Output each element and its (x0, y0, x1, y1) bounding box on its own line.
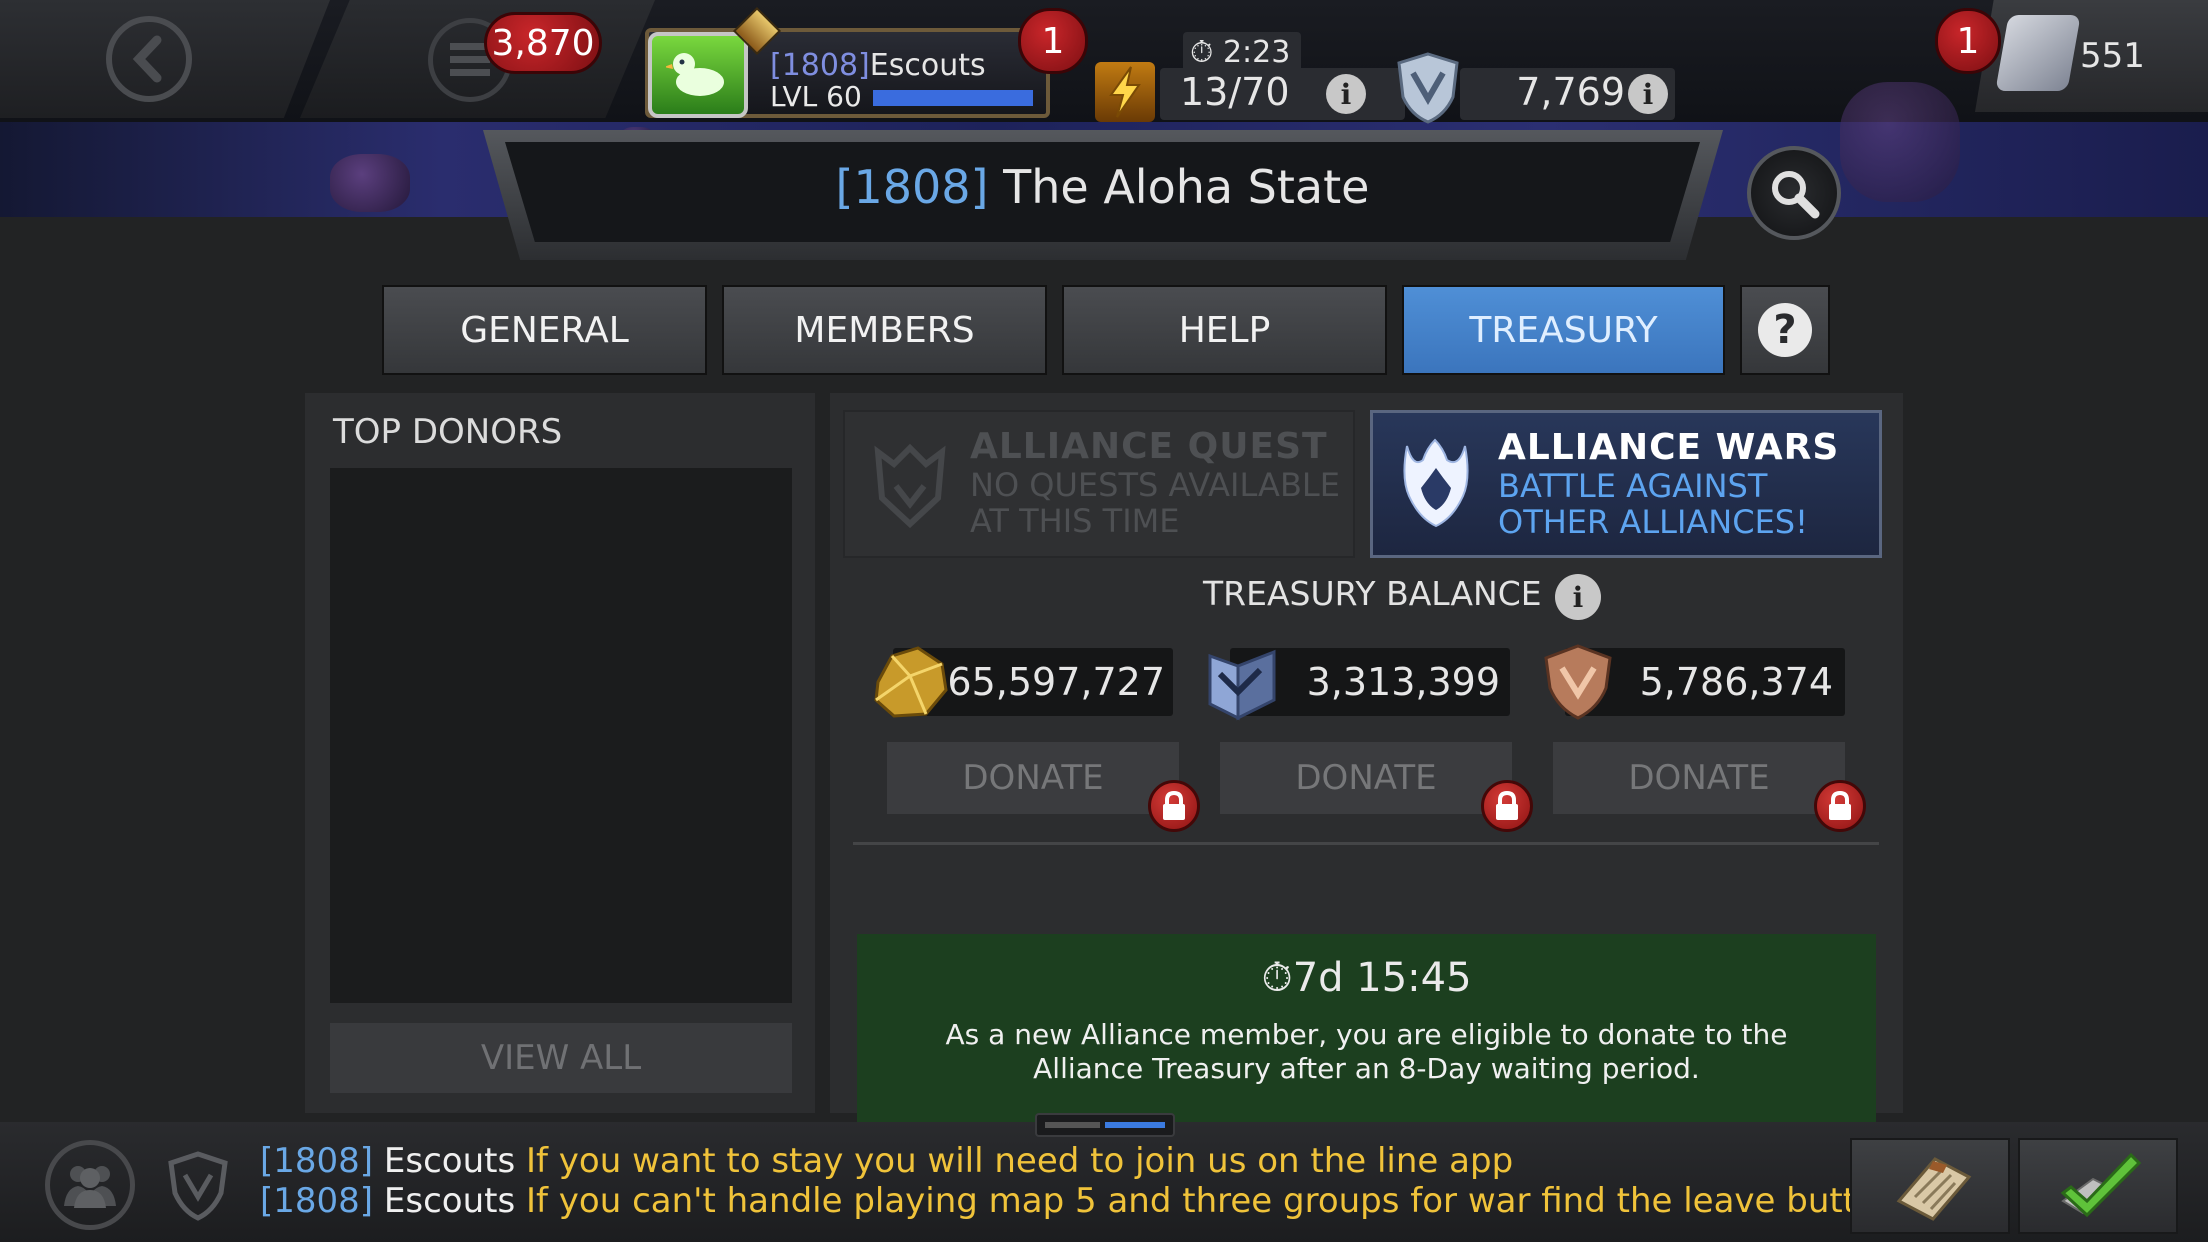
xp-bar-fill (873, 90, 1033, 106)
help-question-icon[interactable]: ? (1740, 285, 1830, 375)
donate-battlechips-button[interactable]: DONATE (1220, 742, 1512, 814)
tab-treasury[interactable]: TREASURY (1402, 285, 1725, 375)
search-icon[interactable] (1747, 146, 1841, 240)
alliance-wars-title: ALLIANCE WARS (1498, 427, 1840, 468)
screen: { "topbar": { "chat_badge": "3,870", "pr… (0, 0, 2208, 1242)
chat-page-indicator (1045, 1122, 1100, 1128)
chat-sender: Escouts (383, 1181, 516, 1221)
profile-name: [1808]Escouts (770, 48, 986, 83)
donation-countdown-value: 7d 15:45 (1292, 955, 1472, 1001)
xp-bar (873, 90, 1033, 106)
chat-sender: Escouts (383, 1141, 516, 1181)
gold-info-icon[interactable]: i (1628, 74, 1668, 114)
gold-value: 7,769 (1516, 70, 1625, 114)
alliance-tag: [1808] (835, 160, 989, 214)
alliance-wars-icon (1391, 429, 1481, 539)
chat-text: If you want to stay you will need to joi… (525, 1141, 1514, 1181)
gold-ore-icon (870, 642, 952, 722)
loyalty-balance-value: 5,786,374 (1639, 660, 1833, 704)
profile-alliance-tag: [1808] (770, 48, 870, 83)
tab-members[interactable]: MEMBERS (722, 285, 1047, 375)
gold-balance-value: 65,597,727 (947, 660, 1165, 704)
energy-timer-value: 2:23 (1222, 35, 1291, 70)
donate-gold-button[interactable]: DONATE (887, 742, 1179, 814)
lock-icon (1481, 780, 1533, 832)
alliance-quest-title: ALLIANCE QUEST (970, 426, 1328, 467)
profile-level: LVL 60 (770, 80, 862, 113)
loyalty-shield-icon (1538, 642, 1620, 722)
top-donors-list[interactable] (330, 468, 792, 1003)
alliance-wars-card[interactable]: ALLIANCE WARS BATTLE AGAINST OTHER ALLIA… (1370, 410, 1882, 558)
lightning-icon (1095, 62, 1155, 122)
tab-general[interactable]: GENERAL (382, 285, 707, 375)
donation-notice-text: As a new Alliance member, you are eligib… (945, 1018, 1788, 1085)
energy-value: 13/70 (1180, 70, 1290, 114)
chat-page-indicator-active (1105, 1122, 1165, 1128)
alliance-quest-line2: AT THIS TIME (970, 502, 1180, 540)
members-icon[interactable] (45, 1140, 135, 1230)
alliance-wars-line1: BATTLE AGAINST (1498, 467, 1768, 505)
alliance-shield-icon (1392, 50, 1464, 126)
alliance-quest-icon (865, 430, 955, 540)
checkmark-icon[interactable] (2018, 1138, 2178, 1234)
clipboard-icon[interactable] (1850, 1138, 2010, 1234)
alliance-name: The Aloha State (1003, 160, 1370, 214)
divider (853, 842, 1879, 845)
alliance-shield-button-icon[interactable] (163, 1148, 233, 1224)
duck-avatar-icon[interactable] (648, 32, 748, 118)
treasury-balance-title: TREASURY BALANCE (1203, 574, 1542, 613)
chat-text: If you can't handle playing map 5 and th… (525, 1181, 1899, 1221)
profile-username: Escouts (869, 48, 986, 83)
top-donors-title: TOP DONORS (333, 412, 563, 452)
units-icon (1995, 15, 2081, 91)
alliance-quest-card[interactable]: ALLIANCE QUEST NO QUESTS AVAILABLE AT TH… (843, 410, 1355, 558)
energy-info-icon[interactable]: i (1326, 74, 1366, 114)
donation-countdown: ⏱7d 15:45 (857, 955, 1876, 1001)
chat-message: [1808] Escouts If you can't handle playi… (260, 1181, 1898, 1221)
chat-alliance-tag: [1808] (260, 1181, 374, 1221)
stopwatch-icon: ⏱ (1261, 955, 1293, 1001)
alliance-quest-line1: NO QUESTS AVAILABLE (970, 466, 1340, 504)
energy-timer: ⏱ 2:23 (1190, 35, 1290, 70)
chat-unread-badge: 3,870 (484, 12, 602, 74)
donate-loyalty-button[interactable]: DONATE (1553, 742, 1845, 814)
treasury-info-icon[interactable]: i (1555, 574, 1601, 620)
profile-notification-badge: 1 (1018, 8, 1088, 74)
lock-icon (1814, 780, 1866, 832)
lock-icon (1148, 780, 1200, 832)
battlechips-balance-value: 3,313,399 (1306, 660, 1500, 704)
units-notification-badge: 1 (1935, 8, 2001, 74)
tab-help[interactable]: HELP (1062, 285, 1387, 375)
units-value: 551 (2080, 36, 2145, 76)
chat-alliance-tag: [1808] (260, 1141, 374, 1181)
alliance-title: [1808] The Aloha State (505, 160, 1700, 214)
alliance-wars-line2: OTHER ALLIANCES! (1498, 503, 1808, 541)
battlechips-icon (1202, 642, 1284, 722)
back-arrow-icon[interactable] (106, 16, 192, 102)
stopwatch-icon: ⏱ (1190, 35, 1214, 70)
chat-message: [1808] Escouts If you want to stay you w… (260, 1141, 1513, 1181)
view-all-button[interactable]: VIEW ALL (330, 1023, 792, 1093)
